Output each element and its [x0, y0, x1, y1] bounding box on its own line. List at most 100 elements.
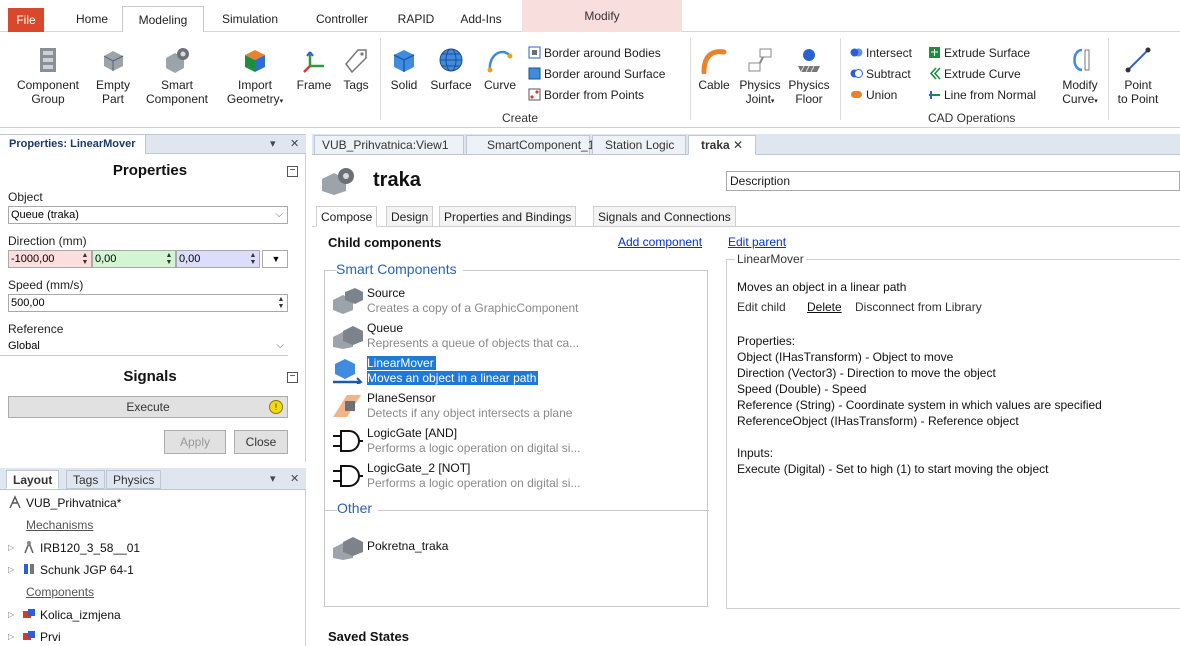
apply-button[interactable]: Apply	[164, 430, 226, 454]
physics-floor-button[interactable]: Physics Floor	[786, 46, 832, 106]
pin-icon[interactable]: ▾	[270, 472, 276, 485]
direction-x-field[interactable]: -1000,00 ▲ ▼	[8, 250, 92, 268]
properties-section-title: Properties	[112, 162, 188, 179]
empty-part-button[interactable]: Empty Part	[90, 46, 136, 106]
child-item-linearmover[interactable]: LinearMover Moves an object in a linear …	[325, 354, 555, 388]
smart-component-button[interactable]: Smart Component	[138, 46, 216, 106]
physics-joint-button[interactable]: Physics Joint▾	[736, 46, 784, 109]
station-icon	[9, 495, 21, 509]
border-around-surface-button[interactable]: Border around Surface	[528, 67, 665, 81]
spin-icon[interactable]: ▲ ▼	[275, 296, 287, 310]
child-item-source[interactable]: Source Creates a copy of a GraphicCompon…	[325, 284, 578, 318]
disconnect-action[interactable]: Disconnect from Library	[855, 300, 982, 314]
cable-button[interactable]: Cable	[694, 46, 734, 92]
spin-icon[interactable]: ▲ ▼	[247, 252, 259, 266]
close-icon[interactable]: ✕	[290, 472, 299, 485]
frame-button[interactable]: Frame	[294, 46, 334, 92]
component-group-button[interactable]: Component Group	[8, 46, 88, 106]
subtab-properties-bindings[interactable]: Properties and Bindings	[439, 206, 577, 227]
tree-item-kolica[interactable]: Kolica_izmjena	[40, 608, 121, 622]
collapse-properties-icon[interactable]: −	[287, 166, 298, 177]
tab-controller[interactable]: Controller	[304, 6, 380, 32]
tab-physics[interactable]: Physics	[106, 470, 162, 489]
child-item-pokretna-traka[interactable]: Pokretna_traka	[325, 530, 555, 564]
subtab-signals-connections[interactable]: Signals and Connections	[593, 206, 736, 227]
tree-item-irb120[interactable]: IRB120_3_58__01	[40, 541, 140, 555]
expand-arrow-icon[interactable]: ▷	[8, 543, 14, 552]
border-bodies-icon	[528, 46, 541, 59]
smart-component-label-2: Component	[145, 92, 209, 106]
extrude-curve-button[interactable]: Extrude Curve	[928, 67, 1021, 81]
direction-menu-button[interactable]: ▼	[262, 250, 288, 268]
direction-y-field[interactable]: 0,00 ▲ ▼	[92, 250, 176, 268]
doc-tab-traka-label: traka	[701, 138, 730, 152]
description-field[interactable]: Description	[726, 171, 1180, 191]
tab-home[interactable]: Home	[72, 6, 112, 32]
empty-part-label-2: Part	[101, 92, 124, 106]
child-item-name: Queue	[367, 321, 404, 335]
line-from-normal-button[interactable]: Line from Normal	[928, 88, 1036, 102]
speed-field[interactable]: 500,00 ▲ ▼	[8, 294, 288, 312]
tab-tags[interactable]: Tags	[66, 470, 106, 489]
doc-tab-traka[interactable]: traka ✕	[688, 135, 756, 155]
close-button[interactable]: Close	[234, 430, 288, 454]
object-dropdown[interactable]: Queue (traka) ⌵	[8, 206, 288, 224]
ribbon-separator	[690, 38, 691, 120]
expand-arrow-icon[interactable]: ▷	[8, 632, 14, 641]
execute-signal-button[interactable]: Execute!	[8, 396, 288, 418]
solid-button[interactable]: Solid	[384, 46, 424, 92]
tab-simulation[interactable]: Simulation	[214, 6, 286, 32]
doc-tab-station-logic[interactable]: Station Logic	[592, 135, 686, 155]
tab-layout[interactable]: Layout	[6, 470, 60, 489]
tags-button[interactable]: Tags	[336, 46, 376, 92]
tab-modify[interactable]: Modify	[522, 0, 682, 32]
surface-button[interactable]: Surface	[426, 46, 476, 92]
subtract-button[interactable]: Subtract	[850, 67, 911, 81]
properties-panel-tab[interactable]: Properties: LinearMover	[0, 135, 146, 154]
subtab-design[interactable]: Design	[386, 206, 434, 227]
spin-icon[interactable]: ▲ ▼	[163, 252, 175, 266]
empty-part-label-1: Empty	[95, 78, 130, 92]
subtab-compose[interactable]: Compose	[316, 206, 378, 227]
tab-rapid[interactable]: RAPID	[390, 6, 442, 32]
border-surface-label: Border around Surface	[544, 67, 666, 81]
tab-modeling[interactable]: Modeling	[122, 6, 204, 33]
document-tabs: VUB_Prihvatnica:View1 SmartComponent_1 S…	[312, 134, 1180, 155]
tree-station[interactable]: VUB_Prihvatnica*	[26, 496, 121, 510]
close-icon[interactable]: ✕	[733, 138, 743, 152]
direction-z-field[interactable]: 0,00 ▲ ▼	[176, 250, 260, 268]
union-button[interactable]: Union	[850, 88, 897, 102]
intersect-icon	[850, 48, 863, 57]
child-item-queue[interactable]: Queue Represents a queue of objects that…	[325, 319, 579, 353]
edit-parent-link[interactable]: Edit parent	[728, 235, 786, 249]
expand-arrow-icon[interactable]: ▷	[8, 565, 14, 574]
detail-prop: Reference (String) - Coordinate system i…	[737, 398, 1102, 412]
spin-icon[interactable]: ▲ ▼	[79, 252, 91, 266]
child-item-logicgate-and[interactable]: LogicGate [AND] Performs a logic operati…	[325, 424, 580, 458]
point-to-point-button[interactable]: Point to Point	[1112, 46, 1164, 106]
tree-item-schunk[interactable]: Schunk JGP 64-1	[40, 563, 134, 577]
expand-arrow-icon[interactable]: ▷	[8, 610, 14, 619]
tab-add-ins[interactable]: Add-Ins	[452, 6, 510, 32]
layout-panel: Layout Tags Physics ▾ ✕ VUB_Prihvatnica*…	[0, 468, 306, 646]
border-from-points-button[interactable]: Border from Points	[528, 88, 644, 102]
border-around-bodies-button[interactable]: Border around Bodies	[528, 46, 661, 60]
tree-item-prvi[interactable]: Prvi	[40, 630, 61, 644]
child-item-planesensor[interactable]: PlaneSensor Detects if any object inters…	[325, 389, 572, 423]
edit-child-action[interactable]: Edit child	[737, 300, 786, 314]
import-geometry-button[interactable]: Import Geometry▾	[218, 46, 292, 109]
curve-button[interactable]: Curve	[478, 46, 522, 92]
tab-file[interactable]: File	[8, 8, 44, 32]
add-component-link[interactable]: Add component	[618, 235, 702, 249]
pin-icon[interactable]: ▾	[270, 137, 276, 150]
child-item-logicgate-not[interactable]: LogicGate_2 [NOT] Performs a logic opera…	[325, 459, 580, 493]
doc-tab-smartcomponent[interactable]: SmartComponent_1	[466, 135, 594, 155]
reference-dropdown[interactable]: Global ⌵	[0, 338, 288, 356]
extrude-surface-button[interactable]: Extrude Surface	[928, 46, 1030, 60]
close-icon[interactable]: ✕	[290, 137, 299, 150]
intersect-button[interactable]: Intersect	[850, 46, 912, 60]
delete-link[interactable]: Delete	[807, 300, 842, 314]
collapse-signals-icon[interactable]: −	[287, 372, 298, 383]
doc-tab-view1[interactable]: VUB_Prihvatnica:View1	[314, 135, 464, 155]
modify-curve-button[interactable]: Modify Curve▾	[1054, 46, 1106, 109]
